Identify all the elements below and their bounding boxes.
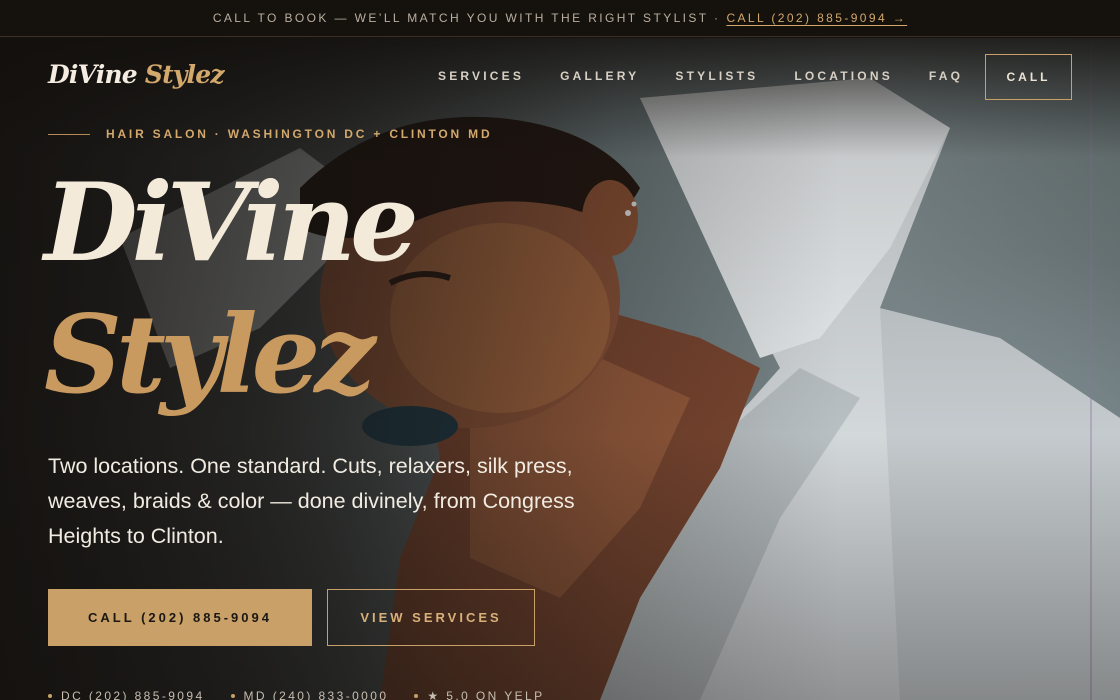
- meta-item-yelp: ★ 5.0 ON YELP: [414, 689, 544, 700]
- bullet-icon: [230, 694, 235, 698]
- announcement-call-link[interactable]: CALL (202) 885-9094 →: [726, 11, 907, 25]
- nav-item-locations[interactable]: LOCATIONS: [794, 69, 893, 83]
- brand-logo-word2: Stylez: [144, 60, 225, 89]
- call-button[interactable]: CALL (202) 885-9094: [48, 589, 312, 646]
- meta-md-phone: MD (240) 833-0000: [243, 689, 389, 700]
- main-navigation: DiVine Stylez SERVICES GALLERY STYLISTS …: [0, 38, 1120, 116]
- brand-logo[interactable]: DiVine Stylez: [48, 60, 225, 89]
- bullet-icon: [48, 694, 52, 698]
- nav-item-faq[interactable]: FAQ: [929, 69, 963, 83]
- announcement-bar: CALL TO BOOK — WE’LL MATCH YOU WITH THE …: [0, 0, 1120, 37]
- meta-item-dc: DC (202) 885-9094: [48, 689, 205, 700]
- announcement-text: CALL TO BOOK — WE’LL MATCH YOU WITH THE …: [212, 11, 721, 25]
- hero-description: Two locations. One standard. Cuts, relax…: [48, 454, 575, 548]
- nav-menu: SERVICES GALLERY STYLISTS LOCATIONS FAQ: [438, 69, 963, 83]
- brand-logo-word1: DiVine: [48, 60, 138, 89]
- hero-title-line1: DiVine: [44, 160, 419, 286]
- nav-item-gallery[interactable]: GALLERY: [560, 69, 639, 83]
- meta-item-md: MD (240) 833-0000: [230, 689, 389, 700]
- contact-meta-row: DC (202) 885-9094 MD (240) 833-0000 ★ 5.…: [48, 689, 571, 700]
- meta-dc-phone: DC (202) 885-9094: [61, 689, 205, 700]
- meta-yelp-rating: ★ 5.0 ON YELP: [427, 689, 545, 700]
- hero-title-line2: Stylez: [44, 292, 376, 418]
- view-services-button[interactable]: VIEW SERVICES: [327, 589, 535, 646]
- nav-item-stylists[interactable]: STYLISTS: [675, 69, 758, 83]
- hero-eyebrow: HAIR SALON · WASHINGTON DC + CLINTON MD: [48, 127, 492, 141]
- nav-call-button[interactable]: CALL: [985, 54, 1072, 100]
- eyebrow-divider: [48, 133, 90, 135]
- bullet-icon: [414, 694, 419, 698]
- eyebrow-text: HAIR SALON · WASHINGTON DC + CLINTON MD: [106, 127, 493, 141]
- nav-item-services[interactable]: SERVICES: [438, 69, 524, 83]
